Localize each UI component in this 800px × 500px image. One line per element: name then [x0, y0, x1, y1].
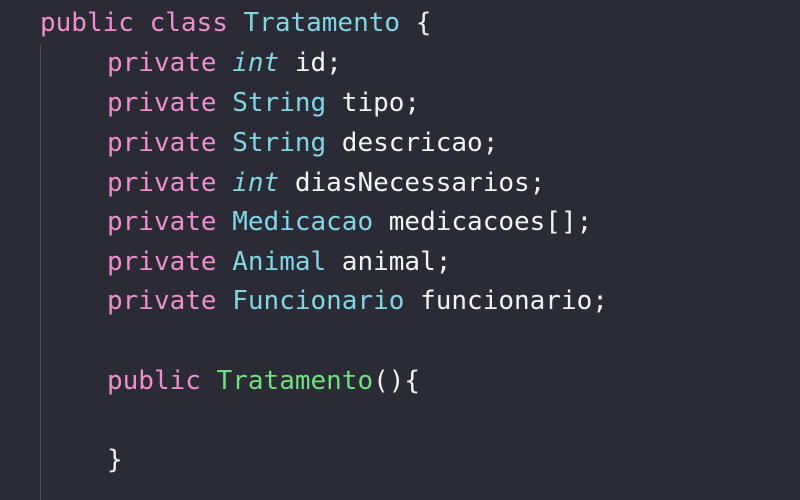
- constructor-line: public Tratamento(){: [0, 361, 420, 401]
- close-brace: }: [107, 445, 123, 475]
- field-name: diasNecessarios;: [279, 168, 546, 198]
- field-modifier: private: [107, 168, 217, 198]
- field-modifier: private: [107, 48, 217, 78]
- field-line: private String descricao;: [0, 123, 498, 163]
- field-type: String: [232, 88, 327, 118]
- field-type: Animal: [232, 247, 327, 277]
- field-name: descricao;: [326, 128, 499, 158]
- field-name: medicacoes[];: [373, 207, 593, 237]
- open-brace: {: [400, 8, 432, 38]
- field-line: private Medicacao medicacoes[];: [0, 202, 592, 242]
- field-name: id;: [279, 48, 342, 78]
- field-modifier: private: [107, 128, 217, 158]
- field-line: private int diasNecessarios;: [0, 163, 545, 203]
- keyword-public: public: [40, 8, 134, 38]
- field-type: Medicacao: [232, 207, 374, 237]
- field-type: int: [232, 48, 280, 78]
- field-type: String: [232, 128, 327, 158]
- field-name: funcionario;: [404, 286, 608, 316]
- field-line: private String tipo;: [0, 83, 420, 123]
- constructor-signature: (){: [373, 366, 421, 396]
- field-type: int: [232, 168, 280, 198]
- constructor-modifier: public: [107, 366, 201, 396]
- field-modifier: private: [107, 88, 217, 118]
- code-editor[interactable]: public class Tratamento { private int id…: [0, 0, 800, 500]
- field-line: private Animal animal;: [0, 242, 451, 282]
- field-line: private int id;: [0, 43, 342, 83]
- keyword-class: class: [149, 8, 228, 38]
- field-name: animal;: [326, 247, 452, 277]
- field-modifier: private: [107, 247, 217, 277]
- field-name: tipo;: [326, 88, 421, 118]
- close-brace-line: }: [0, 440, 123, 480]
- field-modifier: private: [107, 286, 217, 316]
- field-type: Funcionario: [232, 286, 405, 316]
- class-declaration-line: public class Tratamento {: [0, 3, 431, 43]
- constructor-name: Tratamento: [216, 366, 374, 396]
- class-name: Tratamento: [243, 8, 401, 38]
- field-modifier: private: [107, 207, 217, 237]
- field-line: private Funcionario funcionario;: [0, 281, 608, 321]
